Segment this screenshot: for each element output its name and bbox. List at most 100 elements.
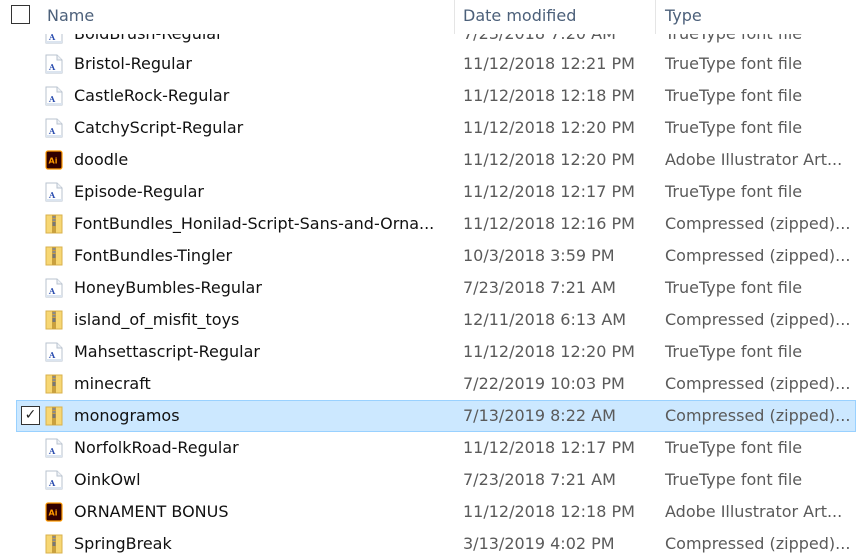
- file-name[interactable]: SpringBreak: [74, 534, 172, 553]
- svg-text:A: A: [48, 350, 56, 360]
- svg-text:A: A: [48, 126, 56, 136]
- file-type: Compressed (zipped)...: [665, 246, 851, 265]
- file-name[interactable]: minecraft: [74, 374, 151, 393]
- font-file-icon: A: [45, 54, 63, 74]
- svg-text:Ai: Ai: [49, 509, 58, 518]
- font-file-icon: A: [45, 182, 63, 202]
- file-date-modified: 11/12/2018 12:17 PM: [463, 182, 635, 201]
- file-row[interactable]: A Mahsettascript-Regular 11/12/2018 12:20 …: [0, 336, 856, 368]
- zip-folder-icon: [45, 534, 63, 554]
- file-name[interactable]: Bristol-Regular: [74, 54, 192, 73]
- file-row[interactable]: A Episode-Regular 11/12/2018 12:17 PM TrueT…: [0, 176, 856, 208]
- column-header: Name Date modified Type: [0, 0, 856, 34]
- file-name[interactable]: island_of_misfit_toys: [74, 310, 239, 329]
- file-row[interactable]: A Bristol-Regular 11/12/2018 12:21 PM TrueT…: [0, 48, 856, 80]
- file-name[interactable]: FontBundles_Honilad-Script-Sans-and-Orna…: [74, 214, 434, 233]
- font-file-icon: A: [45, 470, 63, 490]
- file-date-modified: 7/23/2018 7:20 AM: [463, 34, 616, 43]
- file-name[interactable]: ORNAMENT BONUS: [74, 502, 229, 521]
- file-type: Compressed (zipped)...: [665, 214, 851, 233]
- file-date-modified: 7/22/2019 10:03 PM: [463, 374, 625, 393]
- illustrator-file-icon: Ai: [45, 150, 63, 170]
- file-date-modified: 11/12/2018 12:20 PM: [463, 150, 635, 169]
- file-date-modified: 11/12/2018 12:17 PM: [463, 438, 635, 457]
- svg-text:A: A: [48, 446, 56, 456]
- svg-text:A: A: [48, 62, 56, 72]
- svg-text:A: A: [48, 286, 56, 296]
- file-type: TrueType font file: [665, 470, 803, 489]
- file-date-modified: 11/12/2018 12:18 PM: [463, 502, 635, 521]
- font-file-icon: A: [45, 118, 63, 138]
- file-date-modified: 7/23/2018 7:21 AM: [463, 278, 616, 297]
- file-type: Compressed (zipped)...: [665, 310, 851, 329]
- file-date-modified: 7/13/2019 8:22 AM: [463, 406, 616, 425]
- file-row[interactable]: A CatchyScript-Regular 11/12/2018 12:20 PM…: [0, 112, 856, 144]
- file-type: Adobe Illustrator Art...: [665, 502, 843, 521]
- file-type: TrueType font file: [665, 438, 803, 457]
- file-date-modified: 11/12/2018 12:21 PM: [463, 54, 635, 73]
- file-name[interactable]: doodle: [74, 150, 128, 169]
- file-name[interactable]: CastleRock-Regular: [74, 86, 229, 105]
- file-row[interactable]: ✓ monogramos 7/13/2019 8:22 AM Compressed (…: [0, 400, 856, 432]
- svg-text:A: A: [48, 478, 56, 488]
- illustrator-file-icon: Ai: [45, 502, 63, 522]
- file-row[interactable]: island_of_misfit_toys 12/11/2018 6:13 AM C…: [0, 304, 856, 336]
- row-checkbox[interactable]: ✓: [21, 406, 40, 425]
- file-date-modified: 3/13/2019 4:02 PM: [463, 534, 615, 553]
- file-date-modified: 12/11/2018 6:13 AM: [463, 310, 627, 329]
- file-date-modified: 11/12/2018 12:20 PM: [463, 342, 635, 361]
- file-type: TrueType font file: [665, 34, 802, 43]
- file-row[interactable]: Ai ORNAMENT BONUS 11/12/2018 12:18 PM Adobe…: [0, 496, 856, 528]
- file-type: TrueType font file: [665, 54, 803, 73]
- file-name[interactable]: FontBundles-Tingler: [74, 246, 232, 265]
- file-row[interactable]: A NorfolkRoad-Regular 11/12/2018 12:17 PM T…: [0, 432, 856, 464]
- file-name[interactable]: monogramos: [74, 406, 180, 425]
- font-file-icon: A: [45, 34, 63, 44]
- file-type: Compressed (zipped)...: [665, 406, 851, 425]
- zip-folder-icon: [45, 374, 63, 394]
- column-divider[interactable]: [655, 0, 656, 34]
- file-name[interactable]: OinkOwl: [74, 470, 141, 489]
- file-name[interactable]: BoldBrush-Regular: [74, 34, 223, 43]
- zip-folder-icon: [45, 310, 63, 330]
- file-type: TrueType font file: [665, 86, 803, 105]
- zip-folder-icon: [45, 246, 63, 266]
- file-list: A BoldBrush-Regular 7/23/2018 7:20 AM TrueT…: [0, 34, 856, 558]
- column-date-modified[interactable]: Date modified: [463, 6, 576, 25]
- file-row[interactable]: A OinkOwl 7/23/2018 7:21 AM TrueType font f…: [0, 464, 856, 496]
- svg-text:A: A: [48, 190, 56, 200]
- file-date-modified: 11/12/2018 12:16 PM: [463, 214, 635, 233]
- file-name[interactable]: HoneyBumbles-Regular: [74, 278, 262, 297]
- file-row[interactable]: A HoneyBumbles-Regular 7/23/2018 7:21 AM Tr…: [0, 272, 856, 304]
- file-row[interactable]: Ai doodle 11/12/2018 12:20 PM Adobe Illustr…: [0, 144, 856, 176]
- file-row[interactable]: SpringBreak 3/13/2019 4:02 PM Compressed (…: [0, 528, 856, 558]
- file-type: Compressed (zipped)...: [665, 374, 851, 393]
- font-file-icon: A: [45, 342, 63, 362]
- file-row[interactable]: A CastleRock-Regular 11/12/2018 12:18 PM Tr…: [0, 80, 856, 112]
- file-date-modified: 11/12/2018 12:18 PM: [463, 86, 635, 105]
- file-type: TrueType font file: [665, 182, 803, 201]
- file-type: TrueType font file: [665, 118, 803, 137]
- svg-text:A: A: [48, 34, 56, 42]
- svg-text:A: A: [48, 94, 56, 104]
- file-name[interactable]: Episode-Regular: [74, 182, 204, 201]
- svg-text:Ai: Ai: [49, 157, 58, 166]
- file-row[interactable]: FontBundles_Honilad-Script-Sans-and-Orna…: [0, 208, 856, 240]
- column-type[interactable]: Type: [665, 6, 702, 25]
- column-name[interactable]: Name: [47, 6, 94, 25]
- file-name[interactable]: NorfolkRoad-Regular: [74, 438, 239, 457]
- column-divider[interactable]: [454, 0, 455, 34]
- file-row[interactable]: minecraft 7/22/2019 10:03 PM Compressed (z…: [0, 368, 856, 400]
- file-type: TrueType font file: [665, 278, 803, 297]
- file-name[interactable]: CatchyScript-Regular: [74, 118, 243, 137]
- file-row[interactable]: FontBundles-Tingler 10/3/2018 3:59 PM Comp…: [0, 240, 856, 272]
- file-date-modified: 7/23/2018 7:21 AM: [463, 470, 616, 489]
- select-all-checkbox[interactable]: [11, 5, 30, 24]
- file-type: Compressed (zipped)...: [665, 534, 851, 553]
- file-type: TrueType font file: [665, 342, 803, 361]
- file-date-modified: 11/12/2018 12:20 PM: [463, 118, 635, 137]
- zip-folder-icon: [45, 214, 63, 234]
- file-name[interactable]: Mahsettascript-Regular: [74, 342, 260, 361]
- file-type: Adobe Illustrator Art...: [665, 150, 843, 169]
- font-file-icon: A: [45, 438, 63, 458]
